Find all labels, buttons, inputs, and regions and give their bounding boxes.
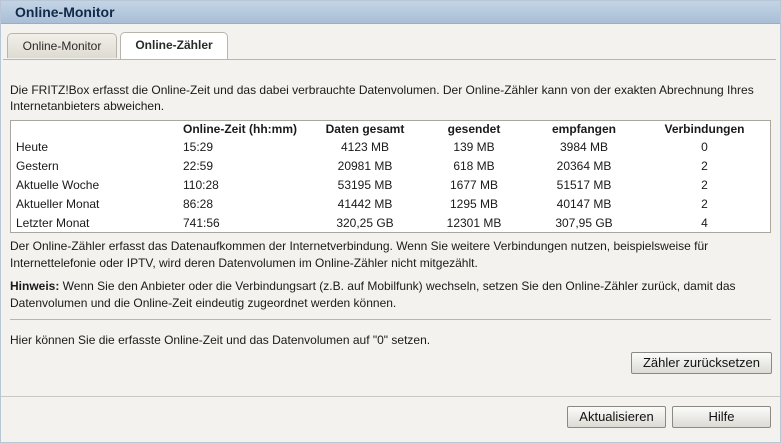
- sent-cell: 1677 MB: [449, 177, 499, 192]
- online-time-cell: 110:28: [183, 177, 219, 192]
- received-cell: 40147 MB: [556, 196, 612, 211]
- received-cell: 20364 MB: [556, 158, 612, 173]
- footer-divider: [1, 396, 780, 397]
- refresh-button[interactable]: Aktualisieren: [567, 406, 666, 428]
- column-header-sent: gesendet: [447, 122, 501, 136]
- tab-online-zaehler[interactable]: Online-Zähler: [120, 32, 228, 59]
- connections-cell: 4: [701, 215, 708, 230]
- connections-cell: 2: [701, 196, 708, 211]
- received-cell: 307,95 GB: [555, 215, 613, 230]
- hint-body: Wenn Sie den Anbieter oder die Verbindun…: [10, 279, 736, 310]
- row-label: Heute: [16, 139, 49, 154]
- help-button[interactable]: Hilfe: [672, 406, 771, 428]
- reset-counter-button[interactable]: Zähler zurücksetzen: [631, 352, 772, 374]
- table-row: Aktueller Monat 86:28 41442 MB 1295 MB 4…: [11, 194, 771, 213]
- online-monitor-window: Online-Monitor Online-Monitor Online-Zäh…: [0, 0, 781, 443]
- row-label: Gestern: [16, 158, 59, 173]
- info-text: Der Online-Zähler erfasst das Datenaufko…: [10, 239, 709, 270]
- tab-bar: Online-Monitor Online-Zähler: [1, 24, 780, 59]
- column-header-data-total: Daten gesamt: [325, 122, 405, 136]
- data-total-cell: 41442 MB: [337, 196, 393, 211]
- data-total-cell: 53195 MB: [337, 177, 393, 192]
- sent-cell: 139 MB: [453, 139, 495, 154]
- intro-text: Die FRITZ!Box erfasst die Online-Zeit un…: [10, 83, 754, 113]
- column-header-period: [11, 121, 172, 138]
- received-cell: 51517 MB: [556, 177, 612, 192]
- hint-text: Hinweis: Wenn Sie den Anbieter oder die …: [10, 278, 774, 312]
- column-header-connections: Verbindungen: [664, 122, 745, 136]
- column-header-online-time: Online-Zeit (hh:mm): [183, 122, 297, 136]
- data-total-cell: 320,25 GB: [336, 215, 394, 230]
- row-label: Aktueller Monat: [16, 196, 100, 211]
- received-cell: 3984 MB: [559, 139, 609, 154]
- window-title: Online-Monitor: [1, 1, 780, 24]
- table-row: Letzter Monat 741:56 320,25 GB 12301 MB …: [11, 213, 771, 233]
- reset-description: Hier können Sie die erfasste Online-Zeit…: [10, 333, 431, 347]
- online-zaehler-panel: Die FRITZ!Box erfasst die Online-Zeit un…: [3, 59, 776, 395]
- row-label: Aktuelle Woche: [16, 177, 100, 192]
- table-row: Heute 15:29 4123 MB 139 MB 3984 MB 0: [11, 137, 771, 156]
- online-time-cell: 86:28: [183, 196, 214, 211]
- sent-cell: 12301 MB: [446, 215, 502, 230]
- table-header-row: Online-Zeit (hh:mm) Daten gesamt gesende…: [11, 121, 771, 138]
- connections-cell: 2: [701, 158, 708, 173]
- online-time-cell: 22:59: [183, 158, 214, 173]
- data-total-cell: 4123 MB: [340, 139, 390, 154]
- section-divider: [10, 319, 771, 320]
- online-time-cell: 15:29: [183, 139, 214, 154]
- connections-cell: 2: [701, 177, 708, 192]
- tab-online-monitor[interactable]: Online-Monitor: [7, 33, 117, 58]
- data-total-cell: 20981 MB: [337, 158, 393, 173]
- table-row: Aktuelle Woche 110:28 53195 MB 1677 MB 5…: [11, 175, 771, 194]
- row-label: Letzter Monat: [16, 215, 90, 230]
- hint-label: Hinweis:: [10, 279, 60, 293]
- online-counter-table: Online-Zeit (hh:mm) Daten gesamt gesende…: [10, 120, 771, 233]
- connections-cell: 0: [701, 139, 708, 154]
- sent-cell: 1295 MB: [449, 196, 499, 211]
- online-time-cell: 741:56: [183, 215, 220, 230]
- column-header-received: empfangen: [551, 122, 616, 136]
- sent-cell: 618 MB: [453, 158, 495, 173]
- table-row: Gestern 22:59 20981 MB 618 MB 20364 MB 2: [11, 156, 771, 175]
